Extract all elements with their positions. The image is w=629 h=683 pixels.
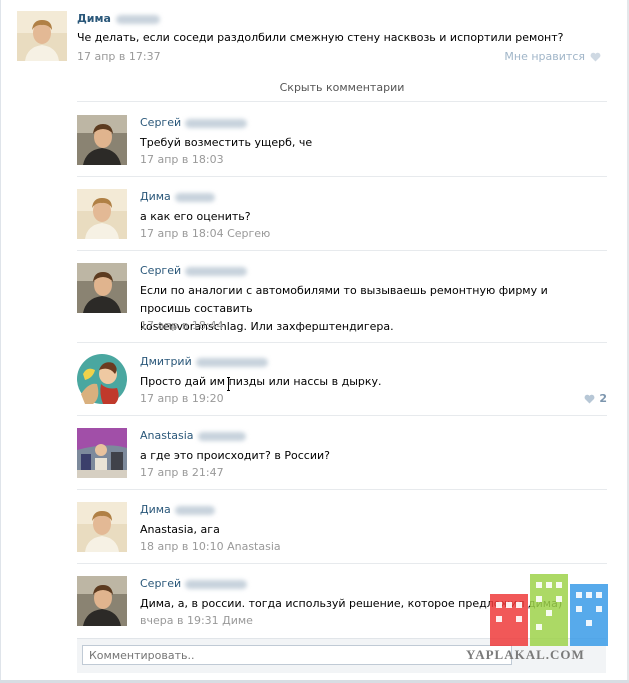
comment-item: Anastasia а где это происходит? в России… [77, 428, 607, 490]
post-like-button[interactable]: Мне нравится [504, 50, 601, 63]
comment-avatar[interactable] [77, 428, 127, 478]
comment-author[interactable]: Дима [140, 190, 215, 203]
comment-meta[interactable]: 17 апр в 18:04 Сергею [140, 227, 270, 240]
watermark-text: YAPLAKAL.COM [466, 647, 585, 662]
comment-author[interactable]: Сергей [140, 577, 248, 590]
divider [77, 250, 607, 251]
divider [77, 489, 607, 490]
frame-border-left [0, 0, 1, 683]
comment-text: Просто дай им пизды или нассы в дырку. [140, 375, 382, 388]
comment-meta[interactable]: 17 апр в 21:47 [140, 466, 224, 479]
heart-icon [590, 52, 601, 62]
divider [77, 101, 607, 102]
divider [77, 563, 607, 564]
like-label: Мне нравится [504, 50, 585, 63]
divider [77, 176, 607, 177]
hide-comments-link[interactable]: Скрыть комментарии [77, 81, 607, 94]
comment-author[interactable]: Дмитрий [140, 355, 268, 368]
post-timestamp[interactable]: 17 апр в 17:37 [77, 50, 161, 63]
comment-meta[interactable]: 17 апр в 19:20 [140, 392, 224, 405]
comment-avatar[interactable] [77, 354, 127, 404]
comment-avatar[interactable] [77, 576, 127, 626]
comment-text: а где это происходит? в России? [140, 449, 330, 462]
comment-meta[interactable]: 17 апр в 18:44 [140, 319, 224, 332]
like-count: 2 [599, 392, 607, 405]
comment-meta[interactable]: 17 апр в 18:03 [140, 153, 224, 166]
post-author-name[interactable]: Дима [77, 12, 160, 25]
post-author-avatar[interactable] [17, 11, 67, 61]
text-cursor-icon [227, 377, 230, 391]
comment-text: а как его оценить? [140, 210, 251, 223]
comment-item: Сергей Если по аналогии с автомобилями т… [77, 263, 607, 343]
comment-item: Дима Anastasia, ага 18 апр в 10:10 Anast… [77, 502, 607, 564]
divider [77, 342, 607, 343]
comment-author[interactable]: Anastasia [140, 429, 246, 442]
heart-icon [584, 394, 595, 404]
post-text: Че делать, если соседи раздолбили смежну… [77, 31, 564, 44]
comment-avatar[interactable] [77, 502, 127, 552]
comment-avatar[interactable] [77, 189, 127, 239]
comment-author[interactable]: Сергей [140, 264, 248, 277]
comment-text: Требуй возместить ущерб, че [140, 136, 313, 149]
comment-meta[interactable]: 18 апр в 10:10 Anastasia [140, 540, 281, 553]
comment-like-button[interactable]: 2 [584, 392, 607, 405]
comment-item: Дима а как его оценить? 17 апр в 18:04 С… [77, 189, 607, 251]
comment-avatar[interactable] [77, 115, 127, 165]
comment-text: Anastasia, ага [140, 523, 220, 536]
comment-author[interactable]: Дима [140, 503, 215, 516]
comment-input[interactable] [82, 645, 512, 665]
comment-meta[interactable]: вчера в 19:31 Диме [140, 614, 253, 627]
comment-author[interactable]: Сергей [140, 116, 248, 129]
comment-item: Сергей Требуй возместить ущерб, че 17 ап… [77, 115, 607, 177]
comment-avatar[interactable] [77, 263, 127, 313]
divider [77, 415, 607, 416]
comment-item: Дмитрий Просто дай им пизды или нассы в … [77, 354, 607, 416]
